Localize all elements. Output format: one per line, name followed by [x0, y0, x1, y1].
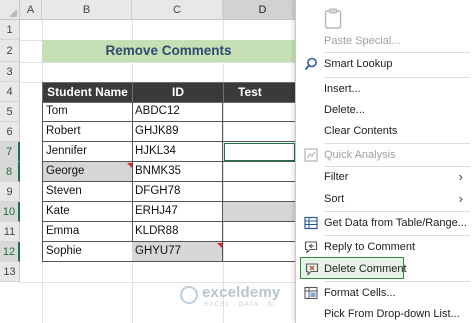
cell-test-score[interactable] — [223, 182, 296, 202]
column-header-a[interactable]: A — [20, 0, 42, 20]
cell-student-name[interactable]: Tom — [42, 102, 133, 122]
menu-item-sort[interactable]: Sort › — [296, 188, 474, 210]
row-header[interactable]: 10 — [0, 202, 20, 222]
format-cells-icon — [304, 286, 318, 300]
cell-student-name[interactable]: Jennifer — [42, 142, 133, 162]
search-icon — [304, 57, 318, 71]
table-icon — [304, 216, 318, 230]
row-header[interactable]: 6 — [0, 122, 20, 142]
watermark-name: exceldemy — [202, 284, 281, 301]
row-header[interactable]: 12 — [0, 242, 20, 262]
row-header[interactable]: 4 — [0, 82, 20, 102]
menu-item-label: Reply to Comment — [324, 241, 416, 253]
context-menu: Paste Special... Smart Lookup Insert... … — [295, 0, 474, 323]
row-header[interactable]: 9 — [0, 182, 20, 202]
menu-item-paste-special: Paste Special... — [296, 30, 474, 52]
menu-item-reply-to-comment[interactable]: Reply to Comment — [296, 236, 474, 258]
cell-test-score[interactable] — [223, 162, 296, 182]
menu-item-delete[interactable]: Delete... — [296, 99, 474, 121]
menu-item-label: Smart Lookup — [324, 58, 393, 70]
menu-item-label: Format Cells... — [324, 287, 396, 299]
cell-test-score[interactable] — [223, 222, 296, 242]
header-test-score: Test Score — [223, 82, 296, 118]
row-header[interactable]: 3 — [0, 62, 20, 82]
menu-item-label: Get Data from Table/Range... — [324, 217, 467, 229]
row-header[interactable]: 13 — [0, 262, 20, 282]
cell-test-score-active[interactable] — [223, 142, 296, 162]
chevron-right-icon: › — [458, 191, 463, 206]
cell-test-score[interactable] — [223, 122, 296, 142]
row-header[interactable]: 2 — [0, 40, 20, 62]
clipboard-icon — [324, 8, 342, 30]
cell-student-name[interactable]: George — [42, 162, 133, 182]
menu-item-clear-contents[interactable]: Clear Contents — [296, 120, 474, 142]
sheet-title: Remove Comments — [42, 40, 295, 62]
quick-analysis-icon — [304, 148, 318, 162]
cell-test-score[interactable] — [223, 202, 296, 222]
row-header[interactable]: 11 — [0, 222, 20, 242]
menu-item-insert[interactable]: Insert... — [296, 78, 474, 100]
row-header[interactable]: 7 — [0, 142, 20, 162]
row-header[interactable]: 5 — [0, 102, 20, 122]
chevron-right-icon: › — [458, 169, 463, 184]
row-header[interactable]: 1 — [0, 20, 20, 40]
menu-item-label: Quick Analysis — [324, 149, 396, 161]
cell-id[interactable]: GHJK89 — [132, 122, 223, 142]
menu-item-get-data-from-table[interactable]: Get Data from Table/Range... — [296, 212, 474, 234]
column-header-c[interactable]: C — [132, 0, 223, 20]
cell-student-name[interactable]: Steven — [42, 182, 133, 202]
cell-student-name[interactable]: Kate — [42, 202, 133, 222]
cell-student-name[interactable]: Robert — [42, 122, 133, 142]
menu-item-label: Delete... — [324, 104, 365, 116]
cell-test-score[interactable] — [223, 242, 296, 262]
exceldemy-logo-icon — [180, 286, 198, 304]
menu-item-label: Sort — [324, 193, 345, 205]
menu-item-label: Paste Special... — [324, 35, 401, 47]
column-header-d[interactable]: D — [223, 0, 303, 20]
row-header[interactable]: 8 — [0, 162, 20, 182]
menu-item-label: Clear Contents — [324, 125, 398, 137]
select-all-corner[interactable] — [0, 0, 20, 20]
delete-comment-icon — [305, 262, 319, 276]
cell-student-name[interactable]: Emma — [42, 222, 133, 242]
cell-id[interactable]: HJKL34 — [132, 142, 223, 162]
watermark-tagline: EXCEL · DATA · BI — [204, 301, 276, 308]
cell-id[interactable]: ERHJ47 — [132, 202, 223, 222]
comment-marker[interactable] — [217, 243, 222, 248]
cell-id[interactable]: KLDR88 — [132, 222, 223, 242]
header-id: ID — [132, 82, 224, 103]
cell-id[interactable]: ABDC12 — [132, 102, 223, 122]
menu-item-format-cells[interactable]: Format Cells... — [296, 282, 474, 304]
cell-id[interactable]: DFGH78 — [132, 182, 223, 202]
cell-id[interactable]: BNMK35 — [132, 162, 223, 182]
menu-item-quick-analysis: Quick Analysis — [296, 144, 474, 166]
cell-id[interactable]: GHYU77 — [132, 242, 223, 262]
menu-item-filter[interactable]: Filter › — [296, 166, 474, 188]
menu-item-pick-from-drop-down-list[interactable]: Pick From Drop-down List... — [296, 303, 474, 323]
menu-item-delete-comment[interactable]: Delete Comment — [300, 257, 407, 279]
cell-test-score[interactable] — [223, 102, 296, 122]
column-header-b[interactable]: B — [42, 0, 132, 20]
menu-item-label: Delete Comment — [324, 263, 407, 275]
menu-item-label: Filter — [324, 171, 349, 183]
header-student-name: Student Name — [42, 82, 133, 103]
cell-student-name[interactable]: Sophie — [42, 242, 133, 262]
reply-comment-icon — [304, 240, 318, 254]
menu-item-smart-lookup[interactable]: Smart Lookup — [296, 53, 474, 75]
menu-item-label: Insert... — [324, 83, 361, 95]
menu-item-label: Pick From Drop-down List... — [324, 308, 460, 320]
